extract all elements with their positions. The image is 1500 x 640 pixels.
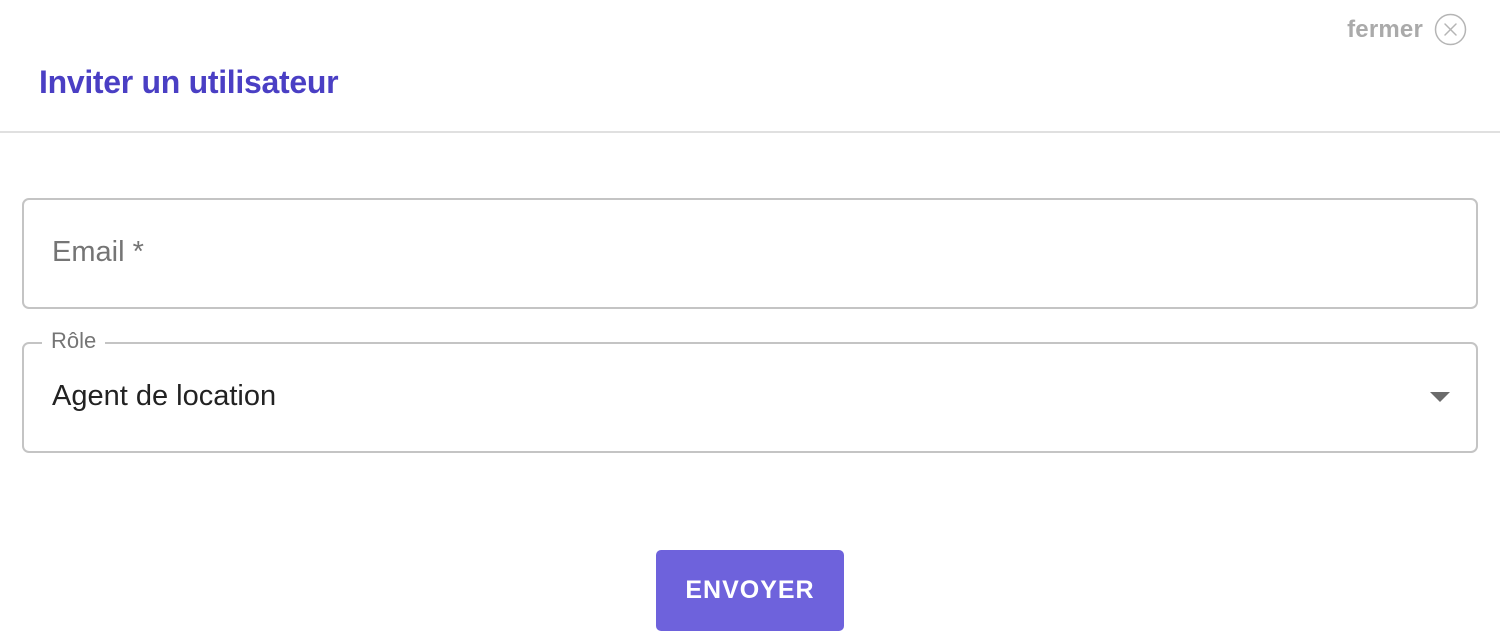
invite-user-modal: fermer Inviter un utilisateur Email * Rô…	[0, 0, 1500, 640]
modal-title: Inviter un utilisateur	[39, 64, 339, 100]
send-button[interactable]: ENVOYER	[656, 550, 844, 631]
caret-down-icon[interactable]	[1430, 392, 1450, 402]
close-button[interactable]: fermer	[1347, 13, 1467, 46]
email-field[interactable]: Email *	[22, 198, 1478, 309]
email-placeholder: Email *	[52, 236, 144, 268]
header-divider	[0, 131, 1500, 133]
close-label: fermer	[1347, 15, 1423, 43]
role-select[interactable]: Rôle Agent de location	[22, 328, 1478, 453]
role-label: Rôle	[42, 328, 106, 354]
role-selected-value: Agent de location	[52, 380, 277, 412]
close-icon	[1434, 13, 1467, 46]
